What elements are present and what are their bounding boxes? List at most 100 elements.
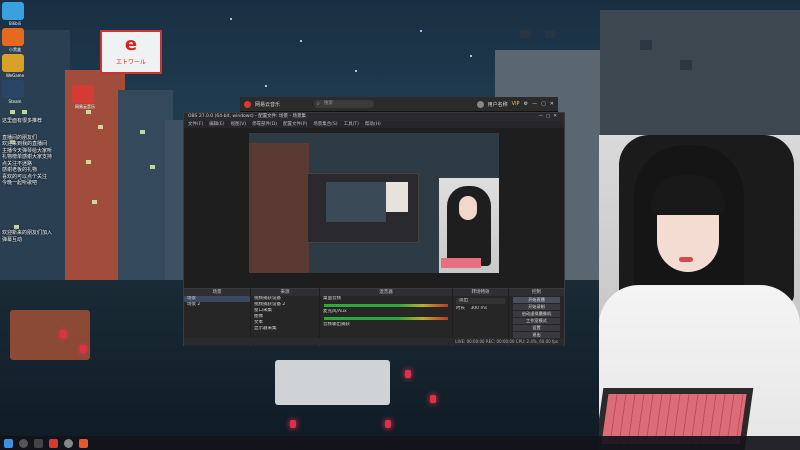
menu-view[interactable]: 视图(V): [230, 121, 246, 128]
building-window: [680, 60, 692, 70]
menu-help[interactable]: 帮助(H): [365, 121, 381, 128]
music-search-input[interactable]: ⌕ 搜索: [314, 100, 375, 108]
controls-header: 控制: [509, 289, 564, 296]
mixer-channel-label: 音频输出捕获: [323, 322, 350, 327]
music-app-titlebar[interactable]: 网易云音乐 ⌕ 搜索 用户名称 VIP ⚙ — ▢ ✕: [240, 97, 558, 112]
preview-nested-inner: [326, 182, 386, 222]
transitions-header: 转场特效: [453, 289, 508, 296]
stream-overlay-notes: 这里面有很多推荐 直播间的朋友们 欢迎来到我的直播间 主播今天弹琴给大家听 礼物…: [2, 118, 52, 187]
building-window: [22, 110, 27, 114]
xiaoheihe-icon: [2, 28, 24, 46]
building-window: [10, 110, 15, 114]
vip-badge: VIP: [511, 101, 520, 107]
lantern: [290, 420, 296, 428]
star: [300, 40, 302, 42]
browser-taskbar-icon[interactable]: [79, 438, 88, 448]
sources-header: 来源: [251, 289, 319, 296]
building-window: [98, 125, 103, 129]
desktop-icon-xiaoheihe[interactable]: 小黑盒: [0, 28, 30, 54]
avatar[interactable]: [476, 100, 484, 108]
task-view-icon[interactable]: [34, 438, 43, 448]
desktop-icon-wegame[interactable]: WeGame: [0, 54, 30, 80]
preview-keyboard: [441, 258, 481, 268]
source-item[interactable]: 显示器采集: [251, 326, 319, 332]
virtual-camera-button[interactable]: 启动虚拟摄像机: [513, 311, 560, 317]
maximize-icon[interactable]: ▢: [541, 101, 546, 107]
sign-text: エトワール: [115, 59, 146, 66]
menu-profile[interactable]: 配置文件(P): [283, 121, 307, 128]
gear-icon[interactable]: ⚙: [524, 101, 528, 107]
windows-start-icon[interactable]: [4, 438, 13, 448]
menu-tools[interactable]: 工具(T): [344, 121, 359, 128]
stream-overlay-notes-lower: 欢迎新来的朋友们加入 弹幕互动: [2, 230, 52, 243]
building-window: [150, 165, 155, 169]
obs-title: OBS 27.0.0 (64-bit, windows) - 配置文件: 场景 …: [188, 114, 307, 119]
mixer-meter[interactable]: [324, 317, 448, 320]
desktop-icon-steam[interactable]: Steam: [0, 80, 30, 106]
overlay-line: 这里面有很多推荐: [2, 118, 43, 124]
music-search-placeholder: 搜索: [324, 101, 334, 106]
building-window: [86, 160, 91, 164]
obs-titlebar[interactable]: OBS 27.0.0 (64-bit, windows) - 配置文件: 场景 …: [184, 113, 564, 121]
lantern: [430, 395, 436, 403]
overlay-line: 弹幕互动: [2, 236, 23, 243]
scenes-header: 场景: [184, 289, 250, 296]
overlay-line: 今晚一起听歌吧: [2, 180, 38, 186]
obs-statusbar: LIVE: 00:00:00 REC: 00:00:00 CPU: 2.4%, …: [184, 338, 564, 345]
building-window: [140, 130, 145, 134]
duration-value[interactable]: 300 ms: [470, 306, 487, 311]
obs-menubar: 文件(F) 编辑(E) 视图(V) 停靠部件(D) 配置文件(P) 场景集合(S…: [184, 121, 564, 128]
start-streaming-button[interactable]: 开始直播: [513, 297, 560, 303]
preview-face: [459, 196, 477, 220]
netease-music-taskbar-icon[interactable]: [49, 438, 58, 448]
settings-button[interactable]: 设置: [513, 325, 560, 331]
start-recording-button[interactable]: 开始录制: [513, 304, 560, 310]
streamer-bangs: [651, 175, 725, 215]
scene-item[interactable]: 场景 2: [184, 302, 250, 308]
building-window: [640, 40, 652, 50]
star: [470, 55, 472, 57]
search-icon[interactable]: [19, 438, 28, 448]
building-window: [92, 200, 97, 204]
obs-window: OBS 27.0.0 (64-bit, windows) - 配置文件: 场景 …: [183, 112, 565, 346]
preview-nested-window: [307, 173, 419, 243]
desktop-icon-bilibili[interactable]: Bilibili: [0, 2, 30, 28]
menu-file[interactable]: 文件(F): [188, 121, 203, 128]
preview-nested-cam: [386, 182, 408, 212]
lantern: [60, 330, 66, 338]
sign-logo-icon: e: [124, 34, 138, 55]
rooftop-sign: e エトワール: [100, 30, 162, 74]
obs-taskbar-icon[interactable]: [64, 438, 73, 448]
webcam-feed: [599, 135, 800, 450]
steam-icon: [2, 80, 24, 98]
music-app-logo-icon: [244, 100, 251, 108]
building-window: [545, 30, 555, 38]
preview-city-left: [249, 143, 309, 273]
mixer-channel-label: 麦克风/Aux: [323, 309, 347, 314]
building-window: [14, 225, 19, 229]
music-app-title: 网易云音乐: [255, 101, 281, 108]
obs-preview[interactable]: [249, 133, 499, 273]
menu-docks[interactable]: 停靠部件(D): [252, 121, 277, 128]
studio-mode-button[interactable]: 工作室模式: [513, 318, 560, 324]
mixer-meter[interactable]: [324, 304, 448, 307]
boat: [275, 360, 390, 405]
menu-edit[interactable]: 编辑(E): [209, 121, 224, 128]
duration-label: 时长: [456, 306, 465, 311]
minimize-icon[interactable]: —: [532, 101, 537, 107]
menu-scene-collection[interactable]: 场景集合(S): [313, 121, 337, 128]
lantern: [80, 345, 86, 353]
transition-type-select[interactable]: 淡出: [456, 298, 505, 304]
boat-left: [10, 310, 90, 360]
netease-music-icon: [72, 85, 94, 103]
lantern: [405, 370, 411, 378]
close-icon[interactable]: ✕: [550, 101, 554, 107]
star: [265, 85, 267, 87]
star: [355, 70, 357, 72]
star: [230, 18, 232, 20]
desktop-icon-netease-music[interactable]: 网易云音乐: [70, 85, 100, 111]
obs-window-controls[interactable]: —▢✕: [538, 113, 560, 121]
music-user-name[interactable]: 用户名称: [488, 101, 508, 108]
bilibili-icon: [2, 2, 24, 20]
transition-duration[interactable]: 时长 300 ms: [453, 306, 508, 312]
